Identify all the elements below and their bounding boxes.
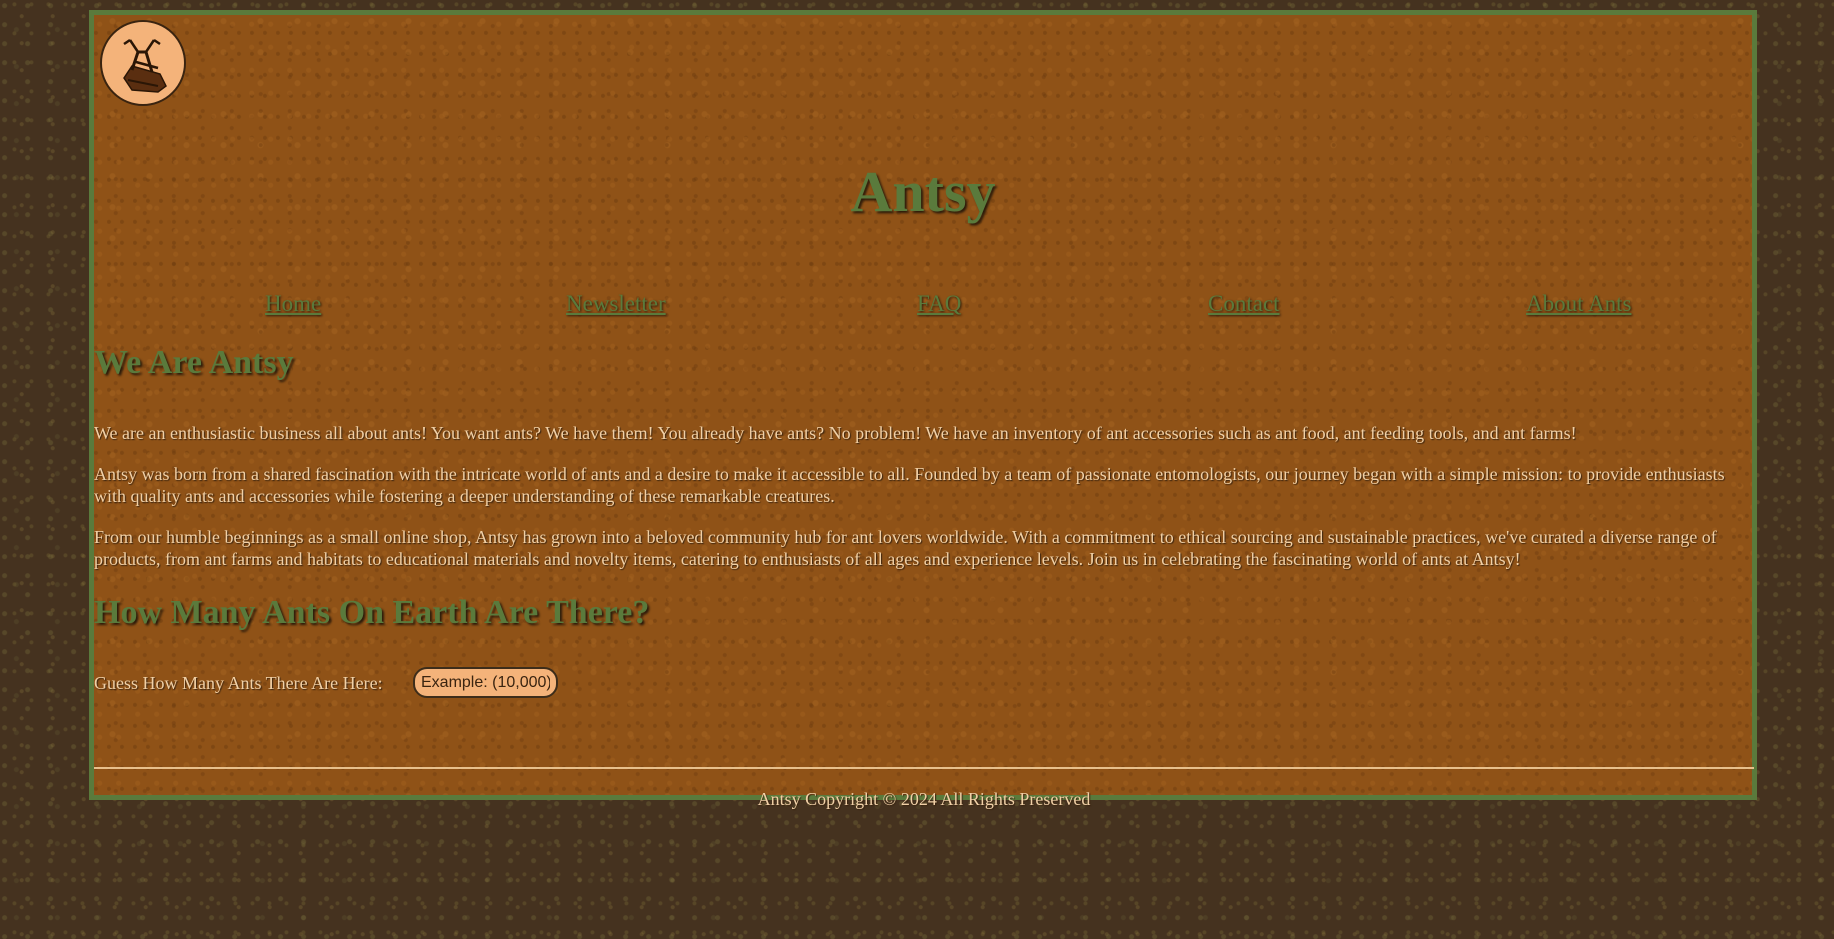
guess-label: Guess How Many Ants There Are Here:: [94, 673, 383, 693]
quiz-heading: How Many Ants On Earth Are There?: [94, 594, 650, 631]
site-logo[interactable]: [100, 20, 186, 106]
nav-item-faq[interactable]: FAQ: [917, 291, 961, 317]
nav-item-about-ants[interactable]: About Ants: [1526, 291, 1631, 317]
nav-item-home[interactable]: Home: [265, 291, 321, 317]
footer-divider: [94, 767, 1754, 769]
nav-item-newsletter[interactable]: Newsletter: [566, 291, 666, 317]
guess-input[interactable]: [413, 667, 558, 698]
about-paragraph-2: Antsy was born from a shared fascination…: [94, 464, 1725, 506]
main-nav: Home Newsletter FAQ Contact About Ants: [94, 291, 1752, 321]
about-paragraph-3: From our humble beginnings as a small on…: [94, 527, 1717, 569]
ant-farm-logo-icon: [123, 38, 167, 93]
main-container: Antsy Home Newsletter FAQ Contact About …: [89, 10, 1757, 809]
nav-item-contact[interactable]: Contact: [1208, 291, 1280, 317]
footer-copyright: Antsy Copyright © 2024 All Rights Preser…: [757, 789, 1091, 809]
about-paragraph-1: We are an enthusiastic business all abou…: [94, 423, 1577, 443]
site-title: Antsy: [850, 159, 996, 224]
about-heading: We Are Antsy: [94, 344, 294, 381]
